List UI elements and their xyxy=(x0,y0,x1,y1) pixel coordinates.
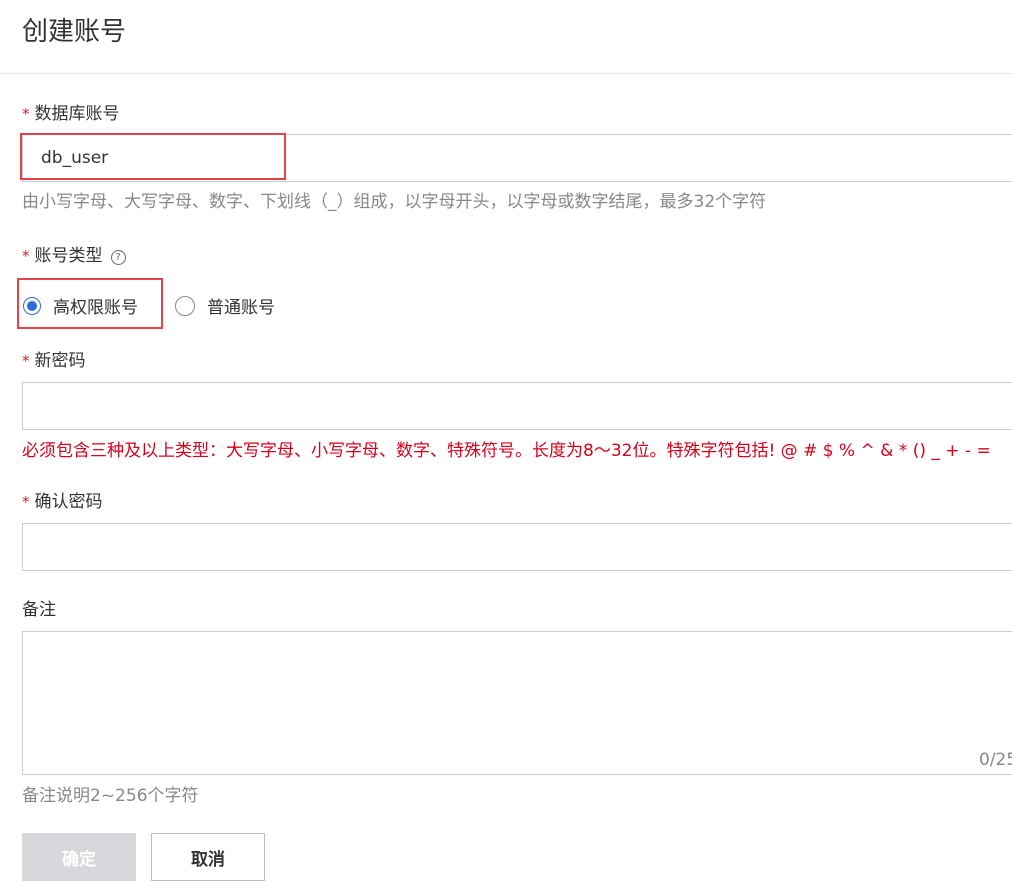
remark-label: 备注 xyxy=(22,600,56,620)
account-type-highlight-box xyxy=(17,278,163,329)
title-divider xyxy=(0,73,1012,74)
new-password-input[interactable] xyxy=(22,382,1012,430)
confirm-password-label: * 确认密码 xyxy=(22,491,103,513)
remark-counter: 0/256 xyxy=(979,750,1012,770)
confirm-button[interactable]: 确定 xyxy=(22,833,136,881)
account-label: * 数据库账号 xyxy=(22,103,120,125)
required-mark: * xyxy=(22,247,30,265)
remark-hint: 备注说明2~256个字符 xyxy=(22,786,199,806)
account-highlight-box xyxy=(20,133,286,180)
confirm-password-input[interactable] xyxy=(22,523,1012,571)
required-mark: * xyxy=(22,352,30,370)
new-password-label: * 新密码 xyxy=(22,350,86,372)
account-label-text: 数据库账号 xyxy=(34,104,120,124)
remark-textarea[interactable] xyxy=(22,631,1012,775)
confirm-password-label-text: 确认密码 xyxy=(34,492,103,512)
radio-normal[interactable]: 普通账号 xyxy=(175,293,275,318)
required-mark: * xyxy=(22,493,30,511)
cancel-button[interactable]: 取消 xyxy=(151,833,265,881)
new-password-error: 必须包含三种及以上类型：大写字母、小写字母、数字、特殊符号。长度为8～32位。特… xyxy=(22,441,991,461)
page-title: 创建账号 xyxy=(22,17,127,47)
new-password-label-text: 新密码 xyxy=(34,351,86,371)
radio-unchecked-icon xyxy=(175,295,195,316)
account-type-label-text: 账号类型 xyxy=(34,246,103,266)
account-hint: 由小写字母、大写字母、数字、下划线（_）组成，以字母开头，以字母或数字结尾，最多… xyxy=(22,192,767,212)
help-icon[interactable]: ? xyxy=(110,250,126,265)
radio-normal-label: 普通账号 xyxy=(207,298,275,318)
account-type-label: * 账号类型? xyxy=(22,245,126,267)
required-mark: * xyxy=(22,105,30,123)
